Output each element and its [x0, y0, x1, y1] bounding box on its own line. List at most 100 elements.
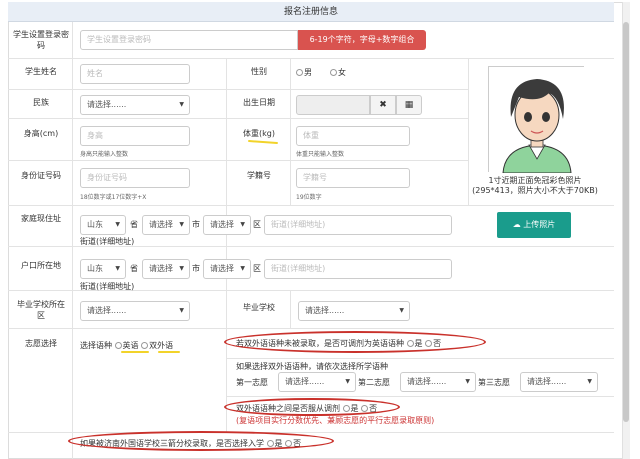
third-wish-select[interactable]: 请选择...... ▼: [520, 372, 598, 392]
reg-city-unit: 市: [192, 264, 200, 273]
caret-down-icon: ▼: [179, 307, 184, 314]
weight-input[interactable]: 体重: [296, 126, 410, 146]
language-english-label[interactable]: 英语: [123, 341, 139, 350]
row-divider: [8, 205, 614, 206]
form-title: 报名注册信息: [8, 2, 614, 22]
birthdate-label: 出生日期: [243, 98, 275, 107]
reg-district-select[interactable]: 请选择 ▼: [203, 259, 251, 279]
row-divider: [8, 160, 468, 161]
cloud-upload-icon: ☁: [512, 220, 521, 229]
caret-down-icon: ▼: [465, 378, 470, 385]
caret-down-icon: ▼: [115, 221, 120, 228]
scrollbar-thumb[interactable]: [623, 22, 629, 422]
reg-district-value: 请选择: [210, 264, 234, 273]
password-input[interactable]: 学生设置登录密码: [80, 30, 298, 50]
home-province-value: 山东: [87, 220, 103, 229]
second-wish-label: 第二志愿: [358, 378, 390, 387]
dual-order-prompt: 如果选择双外语语种，请依次选择所学语种: [236, 362, 388, 371]
reg-street-input[interactable]: 街道(详细地址): [264, 259, 452, 279]
home-city-select[interactable]: 请选择 ▼: [142, 215, 190, 235]
home-district-unit: 区: [253, 220, 261, 229]
first-wish-select[interactable]: 请选择...... ▼: [278, 372, 356, 392]
reg-district-unit: 区: [253, 264, 261, 273]
gender-label: 性别: [251, 67, 267, 76]
gender-male-option[interactable]: 男: [296, 67, 312, 78]
row-divider: [8, 432, 614, 433]
home-street-input[interactable]: 街道(详细地址): [264, 215, 452, 235]
reg-city-value: 请选择: [149, 264, 173, 273]
red-circle-mark: [224, 331, 486, 353]
row-divider: [226, 396, 614, 397]
graduate-school-value: 请选择......: [305, 306, 345, 315]
radio-icon[interactable]: [141, 342, 149, 349]
upload-photo-button[interactable]: ☁ 上传照片: [497, 212, 571, 238]
language-choice: 选择语种 英语 双外语: [80, 340, 173, 351]
first-wish-label: 第一志愿: [236, 378, 268, 387]
column-divider: [290, 58, 291, 205]
caret-down-icon: ▼: [240, 221, 245, 228]
registered-address-label: 户口所在地: [21, 261, 61, 270]
graduate-school-select[interactable]: 请选择...... ▼: [298, 301, 410, 321]
calendar-icon[interactable]: ▦: [396, 95, 422, 115]
graduate-school-label: 毕业学校: [243, 303, 275, 312]
row-divider: [226, 358, 614, 359]
height-label: 身高(cm): [23, 129, 59, 138]
student-no-input[interactable]: 学籍号: [296, 168, 410, 188]
ethnicity-label: 民族: [33, 98, 49, 107]
home-province-select[interactable]: 山东 ▼: [80, 215, 126, 235]
language-dual-label[interactable]: 双外语: [149, 341, 173, 350]
red-circle-mark: [68, 431, 334, 451]
reg-province-unit: 省: [130, 264, 138, 273]
yellow-underline-mark: [121, 351, 149, 353]
obey-note: (复语项目实行分数优先、兼顾志愿的平行志愿录取原则): [236, 416, 435, 425]
reg-province-value: 山东: [87, 264, 103, 273]
gender-female-option[interactable]: 女: [330, 67, 346, 78]
photo-caption: 1寸近期正面免冠彩色照片(295*413，照片大小不大于70KB): [472, 176, 598, 195]
third-wish-value: 请选择......: [527, 377, 567, 386]
home-city-unit: 市: [192, 220, 200, 229]
height-input[interactable]: 身高: [80, 126, 190, 146]
second-wish-select[interactable]: 请选择...... ▼: [400, 372, 476, 392]
birthdate-input[interactable]: [296, 95, 370, 115]
weight-hint: 体重只能输入整数: [296, 151, 345, 158]
password-rule-tip: 6-19个字符，字母+数字组合: [298, 30, 426, 50]
name-label: 学生姓名: [25, 67, 57, 76]
reg-city-select[interactable]: 请选择 ▼: [142, 259, 190, 279]
first-wish-value: 请选择......: [285, 377, 325, 386]
radio-icon[interactable]: [296, 69, 303, 76]
home-address-label: 家庭现住址: [21, 214, 61, 223]
radio-icon[interactable]: [114, 342, 122, 349]
red-circle-mark: [224, 398, 400, 416]
caret-down-icon: ▼: [115, 265, 120, 272]
row-divider: [8, 328, 614, 329]
ethnicity-select[interactable]: 请选择...... ▼: [80, 95, 190, 115]
reg-street-caption: 街道(详细地址): [80, 282, 135, 291]
radio-icon[interactable]: [330, 69, 337, 76]
graduate-area-select[interactable]: 请选择...... ▼: [80, 301, 190, 321]
column-divider: [226, 58, 227, 432]
student-no-hint: 19位数字: [296, 194, 322, 201]
password-label: 学生设置登录密码: [13, 30, 69, 50]
yellow-underline-mark: [158, 351, 180, 353]
home-province-unit: 省: [130, 220, 138, 229]
home-street-caption: 街道(详细地址): [80, 237, 135, 246]
caret-down-icon: ▼: [240, 265, 245, 272]
idcard-input[interactable]: 身份证号码: [80, 168, 190, 188]
clear-date-icon[interactable]: ✖: [370, 95, 396, 115]
caret-down-icon: ▼: [587, 378, 592, 385]
student-no-label: 学籍号: [247, 171, 271, 180]
idcard-label: 身份证号码: [21, 171, 61, 180]
home-district-select[interactable]: 请选择 ▼: [203, 215, 251, 235]
third-wish-label: 第三志愿: [478, 378, 510, 387]
name-input[interactable]: 姓名: [80, 64, 190, 84]
caret-down-icon: ▼: [345, 378, 350, 385]
height-hint: 身高只能输入整数: [80, 151, 129, 158]
home-city-value: 请选择: [149, 220, 173, 229]
reg-province-select[interactable]: 山东 ▼: [80, 259, 126, 279]
row-divider: [8, 89, 468, 90]
caret-down-icon: ▼: [179, 101, 184, 108]
gender-female-label: 女: [338, 68, 346, 77]
row-divider: [8, 58, 614, 59]
language-prompt: 选择语种: [80, 341, 112, 350]
upload-photo-label: 上传照片: [523, 220, 556, 229]
